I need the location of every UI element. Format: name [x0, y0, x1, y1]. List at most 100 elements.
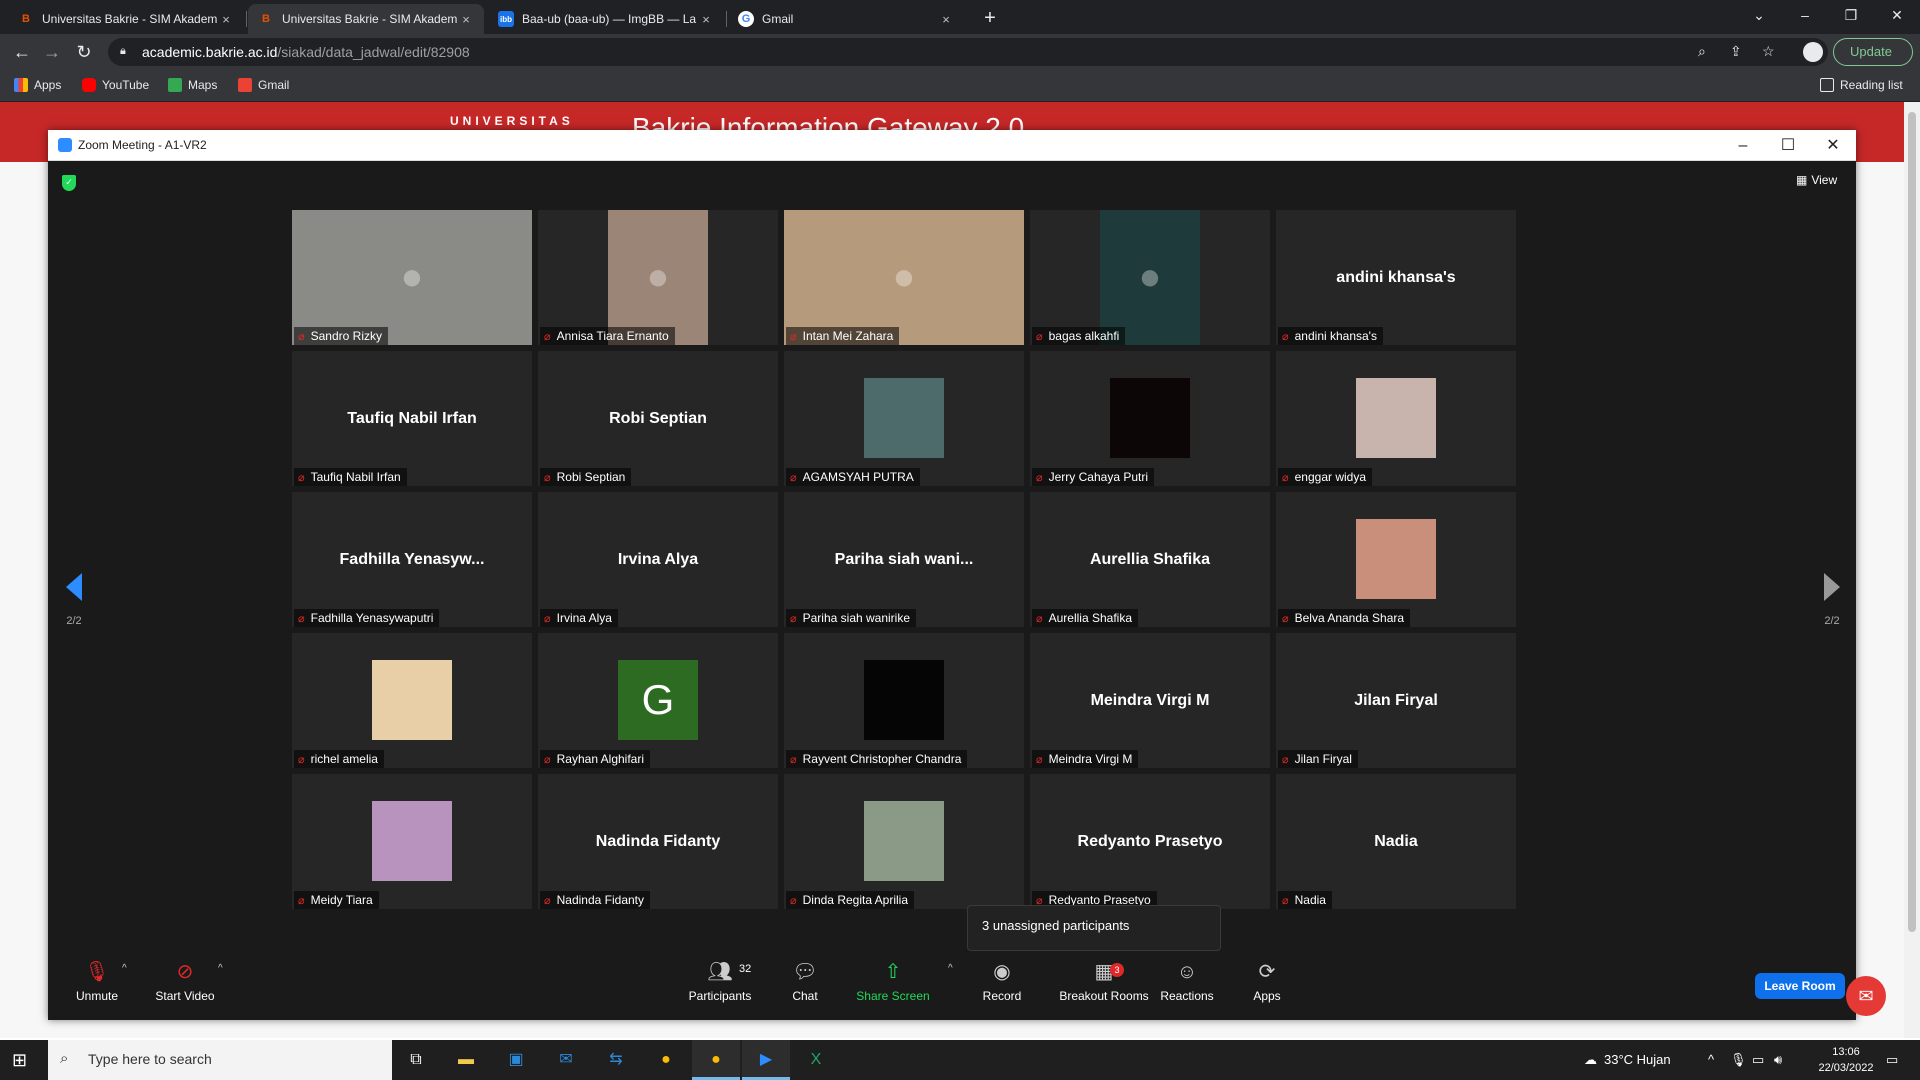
bookmark-star-icon[interactable]: ☆	[1762, 43, 1775, 60]
participant-tile[interactable]: ⌀ enggar widya	[1276, 351, 1516, 486]
reload-icon[interactable]: ↻	[72, 40, 96, 64]
browser-tab-active[interactable]: B Universitas Bakrie - SIM Akadem ×	[248, 4, 484, 34]
scrollbar-thumb[interactable]	[1908, 112, 1916, 932]
zoom-taskbar-icon[interactable]: ▶	[742, 1040, 790, 1080]
task-view-icon[interactable]: ⧉	[392, 1040, 440, 1080]
participant-tile[interactable]: Nadia ⌀ Nadia	[1276, 774, 1516, 909]
next-page-arrow-icon[interactable]	[1824, 573, 1840, 601]
update-button[interactable]: Update	[1833, 38, 1913, 66]
weather-text[interactable]: 33°C Hujan	[1604, 1052, 1671, 1067]
browser-tab[interactable]: B Universitas Bakrie - SIM Akadem ×	[8, 4, 244, 34]
profile-avatar-icon[interactable]	[1803, 42, 1823, 62]
chat-button[interactable]: 💬︎ Chat	[760, 959, 850, 1003]
mail-icon[interactable]: ✉	[542, 1040, 590, 1080]
participant-tile[interactable]: ⌀ AGAMSYAH PUTRA	[784, 351, 1024, 486]
participant-tile[interactable]: ⌀ Belva Ananda Shara	[1276, 492, 1516, 627]
participant-tile[interactable]: Taufiq Nabil Irfan ⌀ Taufiq Nabil Irfan	[292, 351, 532, 486]
unassigned-participants-tooltip[interactable]: 3 unassigned participants	[967, 905, 1221, 951]
participant-profile-photo	[1110, 378, 1190, 458]
bookmark-gmail[interactable]: Gmail	[238, 78, 289, 92]
leave-room-button[interactable]: Leave Room	[1755, 973, 1845, 999]
zoom-minimize-icon[interactable]: –	[1723, 134, 1763, 158]
audio-options-caret-icon[interactable]: ^	[122, 963, 127, 974]
close-tab-icon[interactable]: ×	[698, 12, 714, 27]
participant-tile[interactable]: Jilan Firyal ⌀ Jilan Firyal	[1276, 633, 1516, 768]
participant-tile[interactable]: Irvina Alya ⌀ Irvina Alya	[538, 492, 778, 627]
participant-tile[interactable]: ⌀ richel amelia	[292, 633, 532, 768]
back-arrow-icon[interactable]: ←	[10, 40, 34, 64]
bookmark-apps[interactable]: Apps	[14, 78, 61, 92]
participant-tile[interactable]: Nadinda Fidanty ⌀ Nadinda Fidanty	[538, 774, 778, 909]
new-tab-button[interactable]: +	[977, 6, 1003, 32]
reading-list-button[interactable]: Reading list	[1820, 78, 1903, 92]
share-options-caret-icon[interactable]: ^	[948, 963, 953, 974]
taskbar-search-box[interactable]: ⌕ Type here to search	[48, 1040, 392, 1080]
participant-name-label: ⌀ Taufiq Nabil Irfan	[294, 468, 407, 486]
system-clock[interactable]: 13:06 22/03/2022	[1814, 1044, 1878, 1076]
participant-tile[interactable]: Fadhilla Yenasyw... ⌀ Fadhilla Yenasywaput…	[292, 492, 532, 627]
browser-tab[interactable]: G Gmail ×	[728, 4, 964, 34]
record-button[interactable]: ◉ Record	[957, 959, 1047, 1003]
tab-search-chevron-icon[interactable]: ⌄	[1736, 0, 1782, 30]
volume-icon[interactable]: 🔊︎	[1774, 1052, 1782, 1068]
participant-tile[interactable]: ● ⌀ Annisa Tiara Ernanto	[538, 210, 778, 345]
page-scrollbar[interactable]	[1904, 102, 1920, 1038]
store-icon[interactable]: ▣	[492, 1040, 540, 1080]
apps-button[interactable]: ⟳ Apps	[1222, 959, 1312, 1003]
file-explorer-icon[interactable]: ▬	[442, 1040, 490, 1080]
participant-profile-photo	[372, 801, 452, 881]
zoom-magnifier-icon[interactable]: ⌕	[1698, 43, 1706, 60]
zoom-close-icon[interactable]: ✕	[1813, 134, 1853, 158]
participant-tile[interactable]: andini khansa's ⌀ andini khansa's	[1276, 210, 1516, 345]
close-tab-icon[interactable]: ×	[938, 12, 954, 27]
windows-start-icon[interactable]: ⊞	[12, 1050, 27, 1071]
forward-arrow-icon[interactable]: →	[40, 40, 64, 64]
share-icon[interactable]: ⇪	[1730, 43, 1742, 60]
microphone-tray-icon[interactable]: 🎙︎	[1730, 1052, 1747, 1068]
close-tab-icon[interactable]: ×	[458, 12, 474, 27]
close-window-icon[interactable]: ✕	[1874, 0, 1920, 30]
teamviewer-icon[interactable]: ⇆	[592, 1040, 640, 1080]
encryption-shield-icon[interactable]: ✓	[62, 175, 76, 191]
view-label: View	[1811, 173, 1838, 187]
participant-tile[interactable]: ● ⌀ bagas alkahfi	[1030, 210, 1270, 345]
minimize-icon[interactable]: –	[1782, 0, 1828, 30]
previous-page-arrow-icon[interactable]	[66, 573, 82, 601]
participant-tile[interactable]: Aurellia Shafika ⌀ Aurellia Shafika	[1030, 492, 1270, 627]
participant-tile[interactable]: ● ⌀ Intan Mei Zahara	[784, 210, 1024, 345]
participant-tile[interactable]: ● ⌀ Sandro Rizky	[292, 210, 532, 345]
tray-chevron-icon[interactable]: ^	[1708, 1052, 1714, 1067]
participants-button[interactable]: 👥︎ 32 Participants	[675, 959, 765, 1003]
chat-support-fab-icon[interactable]: ✉	[1846, 976, 1886, 1016]
participant-tile[interactable]: Pariha siah wani... ⌀ Pariha siah wanirike	[784, 492, 1024, 627]
participant-tile[interactable]: Meindra Virgi M ⌀ Meindra Virgi M	[1030, 633, 1270, 768]
participant-tile[interactable]: ⌀ Jerry Cahaya Putri	[1030, 351, 1270, 486]
participant-tile[interactable]: Robi Septian ⌀ Robi Septian	[538, 351, 778, 486]
participant-tile[interactable]: ⌀ Dinda Regita Aprilia	[784, 774, 1024, 909]
start-video-button[interactable]: ⊘ Start Video	[140, 959, 230, 1003]
address-bar[interactable]: 🔒︎ academic.bakrie.ac.id/siakad/data_jad…	[108, 38, 1828, 66]
chrome-active-icon[interactable]: ●	[692, 1040, 740, 1080]
browser-tab[interactable]: ibb Baa-ub (baa-ub) — ImgBB — La ×	[488, 4, 724, 34]
close-tab-icon[interactable]: ×	[218, 12, 234, 27]
notification-icon[interactable]: ▭	[1886, 1052, 1898, 1068]
bookmark-youtube[interactable]: YouTube	[82, 78, 149, 92]
chrome-icon[interactable]: ●	[642, 1040, 690, 1080]
bookmark-maps[interactable]: Maps	[168, 78, 217, 92]
participant-tile[interactable]: Redyanto Prasetyo ⌀ Redyanto Prasetyo	[1030, 774, 1270, 909]
share-screen-button[interactable]: ⇧ Share Screen	[848, 959, 938, 1003]
network-icon[interactable]: ▭	[1752, 1052, 1764, 1068]
participant-tile[interactable]: ⌀ Meidy Tiara	[292, 774, 532, 909]
view-button[interactable]: ▦ View	[1796, 173, 1837, 187]
zoom-maximize-icon[interactable]: ☐	[1768, 134, 1808, 158]
participant-tile[interactable]: ⌀ Rayvent Christopher Chandra	[784, 633, 1024, 768]
weather-cloud-icon[interactable]: ☁	[1584, 1052, 1597, 1068]
participant-display-name: Robi Septian	[609, 409, 707, 427]
video-options-caret-icon[interactable]: ^	[218, 963, 223, 974]
restore-icon[interactable]: ❐	[1828, 0, 1874, 30]
participant-tile[interactable]: G ⌀ Rayhan Alghifari	[538, 633, 778, 768]
excel-icon[interactable]: X	[792, 1040, 840, 1080]
reactions-button[interactable]: ☺ Reactions	[1142, 959, 1232, 1003]
participant-name-label: ⌀ AGAMSYAH PUTRA	[786, 468, 920, 486]
unmute-button[interactable]: 🎙︎ Unmute	[52, 959, 142, 1003]
